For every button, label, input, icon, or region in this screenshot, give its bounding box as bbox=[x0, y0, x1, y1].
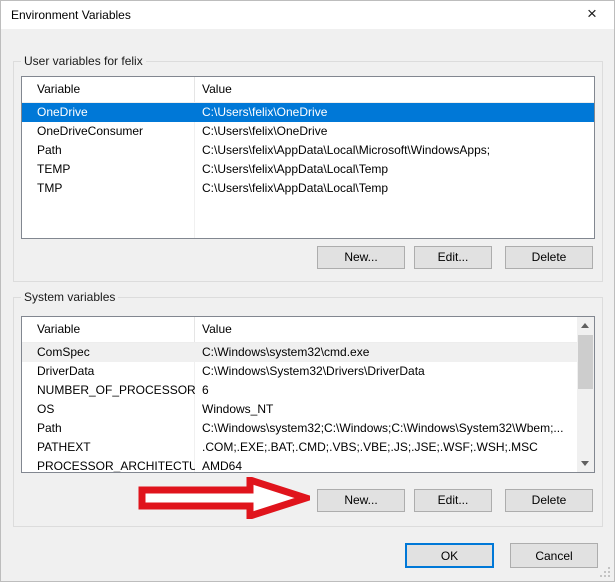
user-delete-button[interactable]: Delete bbox=[505, 246, 593, 269]
resize-grip-icon[interactable] bbox=[598, 565, 611, 578]
user-new-button[interactable]: New... bbox=[317, 246, 405, 269]
scroll-down-icon[interactable] bbox=[577, 455, 594, 472]
system-new-button[interactable]: New... bbox=[317, 489, 405, 512]
table-row[interactable]: TMP C:\Users\felix\AppData\Local\Temp bbox=[22, 179, 594, 198]
user-list-header: Variable Value bbox=[22, 77, 594, 103]
variable-name: OS bbox=[22, 400, 195, 419]
variable-name: ComSpec bbox=[22, 343, 195, 362]
variable-value: C:\Users\felix\AppData\Local\Microsoft\W… bbox=[195, 141, 594, 160]
table-row[interactable]: OneDrive C:\Users\felix\OneDrive bbox=[22, 103, 594, 122]
variable-value: .COM;.EXE;.BAT;.CMD;.VBS;.VBE;.JS;.JSE;.… bbox=[195, 438, 594, 457]
title-bar: Environment Variables × bbox=[1, 1, 614, 29]
system-list-body: ComSpec C:\Windows\system32\cmd.exe Driv… bbox=[22, 343, 594, 473]
variable-value: C:\Windows\system32;C:\Windows;C:\Window… bbox=[195, 419, 594, 438]
scrollbar-thumb[interactable] bbox=[578, 335, 593, 389]
ok-button[interactable]: OK bbox=[405, 543, 494, 568]
table-row[interactable]: OS Windows_NT bbox=[22, 400, 594, 419]
variable-name: PATHEXT bbox=[22, 438, 195, 457]
user-list-body: OneDrive C:\Users\felix\OneDrive OneDriv… bbox=[22, 103, 594, 198]
variable-name: PROCESSOR_ARCHITECTURE bbox=[22, 457, 195, 473]
window-title: Environment Variables bbox=[11, 1, 131, 29]
variable-name: DriverData bbox=[22, 362, 195, 381]
user-variables-group: User variables for felix Variable Value … bbox=[13, 61, 603, 282]
user-variables-group-label: User variables for felix bbox=[21, 54, 146, 69]
table-row[interactable]: DriverData C:\Windows\System32\Drivers\D… bbox=[22, 362, 594, 381]
column-header-variable[interactable]: Variable bbox=[22, 77, 195, 102]
system-variables-group: System variables Variable Value ComSpec … bbox=[13, 297, 603, 527]
vertical-scrollbar[interactable] bbox=[577, 317, 594, 472]
scroll-up-icon[interactable] bbox=[577, 317, 594, 334]
user-variables-list: Variable Value OneDrive C:\Users\felix\O… bbox=[21, 76, 595, 239]
close-icon[interactable]: × bbox=[581, 1, 603, 29]
system-list-header: Variable Value bbox=[22, 317, 594, 343]
variable-name: NUMBER_OF_PROCESSORS bbox=[22, 381, 195, 400]
table-row[interactable]: ComSpec C:\Windows\system32\cmd.exe bbox=[22, 343, 594, 362]
variable-value: C:\Windows\System32\Drivers\DriverData bbox=[195, 362, 594, 381]
variable-value: C:\Users\felix\AppData\Local\Temp bbox=[195, 160, 594, 179]
system-edit-button[interactable]: Edit... bbox=[414, 489, 492, 512]
table-row[interactable]: Path C:\Windows\system32;C:\Windows;C:\W… bbox=[22, 419, 594, 438]
variable-value: C:\Users\felix\AppData\Local\Temp bbox=[195, 179, 594, 198]
system-delete-button[interactable]: Delete bbox=[505, 489, 593, 512]
variable-value: C:\Users\felix\OneDrive bbox=[195, 122, 594, 141]
variable-value: C:\Users\felix\OneDrive bbox=[195, 103, 594, 122]
table-row[interactable]: Path C:\Users\felix\AppData\Local\Micros… bbox=[22, 141, 594, 160]
user-edit-button[interactable]: Edit... bbox=[414, 246, 492, 269]
column-header-variable[interactable]: Variable bbox=[22, 317, 195, 342]
cancel-button[interactable]: Cancel bbox=[510, 543, 598, 568]
variable-name: Path bbox=[22, 141, 195, 160]
variable-value: 6 bbox=[195, 381, 594, 400]
variable-value: AMD64 bbox=[195, 457, 594, 473]
table-row[interactable]: NUMBER_OF_PROCESSORS 6 bbox=[22, 381, 594, 400]
table-row[interactable]: PROCESSOR_ARCHITECTURE AMD64 bbox=[22, 457, 594, 473]
column-header-value[interactable]: Value bbox=[195, 317, 594, 342]
table-row[interactable]: TEMP C:\Users\felix\AppData\Local\Temp bbox=[22, 160, 594, 179]
variable-value: Windows_NT bbox=[195, 400, 594, 419]
system-variables-list: Variable Value ComSpec C:\Windows\system… bbox=[21, 316, 595, 473]
variable-name: TMP bbox=[22, 179, 195, 198]
variable-name: Path bbox=[22, 419, 195, 438]
table-row[interactable]: OneDriveConsumer C:\Users\felix\OneDrive bbox=[22, 122, 594, 141]
variable-name: OneDriveConsumer bbox=[22, 122, 195, 141]
table-row[interactable]: PATHEXT .COM;.EXE;.BAT;.CMD;.VBS;.VBE;.J… bbox=[22, 438, 594, 457]
variable-value: C:\Windows\system32\cmd.exe bbox=[195, 343, 594, 362]
variable-name: TEMP bbox=[22, 160, 195, 179]
column-header-value[interactable]: Value bbox=[195, 77, 594, 102]
system-variables-group-label: System variables bbox=[21, 290, 118, 305]
environment-variables-dialog: Environment Variables × User variables f… bbox=[0, 0, 615, 582]
variable-name: OneDrive bbox=[22, 103, 195, 122]
